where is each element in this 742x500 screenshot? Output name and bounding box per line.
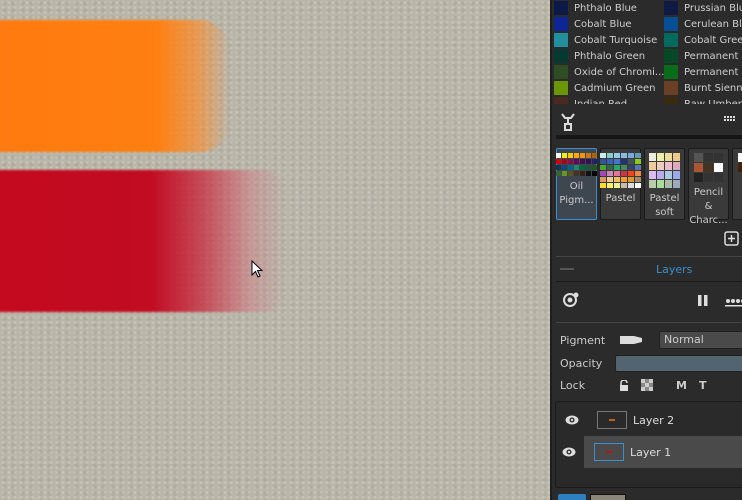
color-swatch [664,81,678,95]
color-item[interactable]: Phthalo Green [554,49,666,63]
palette-set[interactable]: Pencil & Charc... [688,148,729,226]
blend-mode-select[interactable]: Normal [659,331,742,349]
collapse-icon[interactable] [560,268,574,270]
color-swatch [554,17,568,31]
palette-set-label: W Pi [733,176,742,190]
color-name: Cobalt Blue [574,18,632,30]
layer-name: Layer 1 [630,445,672,459]
color-swatch [664,1,678,15]
color-name: Burnt Sienna [684,82,742,94]
color-item[interactable]: Indian Red [554,97,666,104]
color-item[interactable]: Prussian Blue [664,1,742,15]
color-item[interactable]: Permanent Green [664,65,742,79]
add-palette-icon[interactable] [724,231,739,246]
color-item[interactable]: Burnt Sienna [664,81,742,95]
color-name: Cerulean Blue [684,18,742,30]
orange-paint-stroke [0,20,230,152]
color-name: Prussian Blue [684,2,742,14]
color-name: Phthalo Green [574,50,646,62]
palette-set[interactable]: Pastel [600,148,641,220]
color-name: Phthalo Blue [574,2,637,14]
color-name: Raw Umber [684,98,742,105]
color-item[interactable]: Phthalo Blue [554,1,666,15]
color-swatch [664,97,678,104]
color-swatch [664,65,678,79]
layers-title: Layers [656,263,693,276]
layer-row[interactable]: Layer 1 [562,436,742,468]
eye-icon[interactable] [565,415,579,425]
color-item[interactable]: Raw Umber [664,97,742,104]
layer-thumbnail [597,411,627,429]
tracing-lock-toggle[interactable]: T [699,379,707,392]
palette-preview [556,153,597,176]
color-picker-icon[interactable] [560,112,576,132]
color-swatch [664,49,678,63]
color-swatch [554,1,568,15]
color-item[interactable]: Cobalt Turquoise [554,33,666,47]
color-item[interactable]: Cobalt Blue [554,17,666,31]
palette-preview [600,153,641,188]
color-item[interactable]: Cerulean Blue [664,17,742,31]
color-item[interactable]: Cobalt Green [664,33,742,47]
color-name: Indian Red [574,98,628,105]
palette-set-label: Oil Pigm... [559,181,594,206]
lock-transparency-icon[interactable] [641,379,653,391]
palette-set-label: Pencil & Charc... [689,187,728,226]
palette-preview [689,153,728,182]
lock-label: Lock [560,379,586,392]
color-swatch [554,33,568,47]
palette-toolbar [552,106,742,136]
opacity-label: Opacity [560,357,603,370]
layer-row[interactable]: Layer 2 [559,404,742,436]
mouse-cursor-icon [251,260,264,278]
color-name: Permanent Green [684,66,742,78]
layer-name: Layer 2 [633,413,675,427]
color-name: Oxide of Chromi... [574,66,665,78]
color-swatch [554,65,568,79]
right-panel: Phthalo Blue Prussian Blue Cobalt Blue Ceru… [550,0,742,500]
pigment-label: Pigment [560,334,606,347]
color-item[interactable]: Permanent Green [664,49,742,63]
color-item[interactable]: Oxide of Chromi... [554,65,666,79]
grid-view-icon[interactable] [724,116,738,126]
layer-thumbnail [594,443,624,461]
palette-preview [645,153,684,188]
layer-visibility-drops-icon[interactable] [562,291,580,309]
layers-list: Layer 2 Layer 1 [555,401,742,488]
color-name: Permanent Green [684,50,742,62]
color-swatch [554,97,568,104]
color-swatch [664,17,678,31]
palette-set-label: Pastel soft [649,193,680,218]
color-name: Cadmium Green [574,82,656,94]
color-swatch [554,81,568,95]
color-swatch [664,33,678,47]
color-item[interactable]: Cadmium Green [554,81,666,95]
mask-lock-toggle[interactable]: M [676,379,687,392]
pigment-icon[interactable] [620,335,642,345]
opacity-slider[interactable] [615,355,742,372]
palette-set-label: Pastel [605,193,636,204]
palette-set[interactable]: W Pi [732,148,742,220]
color-name: Cobalt Green [684,34,742,46]
wet-drops-icon[interactable] [725,294,742,308]
red-paint-stroke [0,170,285,312]
color-swatch [554,49,568,63]
secondary-color-swatch[interactable] [590,494,626,500]
palette-set[interactable]: Pastel soft [644,148,685,220]
primary-color-swatch[interactable] [558,494,586,500]
palette-set[interactable]: Oil Pigm... [556,148,597,220]
pause-icon[interactable] [697,294,709,308]
palette-preview [733,153,742,172]
painting-canvas[interactable] [0,0,550,500]
palette-sets: Oil Pigm... Pastel Pastel soft Pencil & Cha… [556,148,742,226]
color-list[interactable]: Phthalo Blue Prussian Blue Cobalt Blue Ceru… [554,0,742,104]
color-name: Cobalt Turquoise [574,34,658,46]
eye-icon[interactable] [562,447,576,457]
unlock-icon[interactable] [619,380,630,392]
